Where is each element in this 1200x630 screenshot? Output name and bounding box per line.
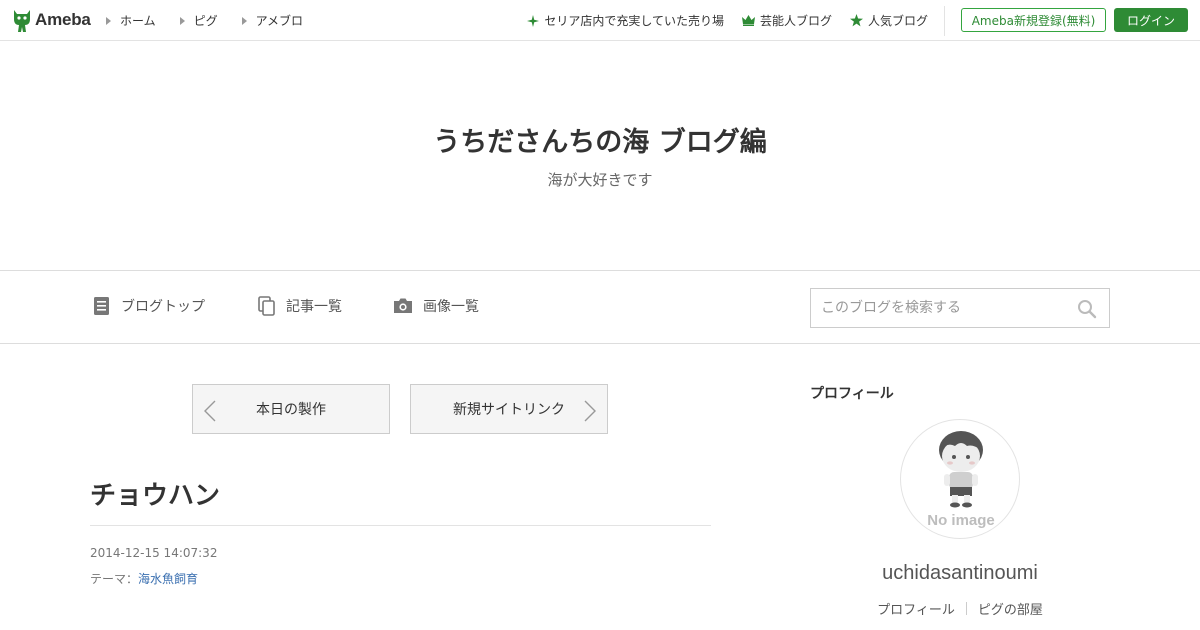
profile-heading: プロフィール [810, 386, 894, 402]
global-nav: ホーム ピグ アメブロ [106, 12, 327, 29]
profile-link[interactable]: プロフィール [877, 599, 955, 618]
entry-theme: テーマ： 海水魚飼育 [90, 570, 198, 587]
no-image-avatar-icon: No image [927, 431, 995, 529]
sparkle-icon [527, 14, 540, 27]
nav-blog-top-label: ブログトップ [121, 299, 205, 315]
nav-blog-top[interactable]: ブログトップ [93, 296, 205, 316]
blog-search [810, 288, 1110, 328]
avatar[interactable]: No image [900, 419, 1020, 539]
nav-entry-list[interactable]: 記事一覧 [258, 296, 342, 316]
no-image-text: No image [927, 512, 995, 529]
entry-date: 2014-12-15 14:07:32 [90, 546, 218, 560]
crown-icon [741, 15, 755, 26]
register-button[interactable]: Ameba新規登録(無料) [961, 8, 1106, 32]
blog-description: 海が大好きです [547, 171, 653, 189]
login-button[interactable]: ログイン [1114, 8, 1188, 32]
ameba-logo[interactable]: Ameba [12, 7, 91, 33]
nav-home[interactable]: ホーム [106, 12, 156, 29]
search-input[interactable] [811, 289, 1066, 327]
link-divider [965, 602, 967, 615]
nav-entry-list-label: 記事一覧 [286, 299, 342, 315]
nav-home-label: ホーム [120, 14, 156, 28]
celebrity-blog-label: 芸能人ブログ [759, 14, 832, 28]
blog-nav: ブログトップ 記事一覧 画像一覧 [0, 270, 1200, 344]
entry-theme-prefix: テーマ： [90, 572, 139, 586]
blog-title[interactable]: うちださんちの海 ブログ編 [0, 120, 1200, 159]
pigg-room-link[interactable]: ピグの部屋 [978, 599, 1043, 618]
nav-pigg[interactable]: ピグ [179, 12, 218, 29]
next-entry-button[interactable]: 新規サイトリンク [410, 384, 608, 434]
search-icon[interactable] [1077, 299, 1097, 319]
triangle-right-icon [179, 16, 185, 25]
star-icon [849, 14, 863, 27]
entry-title[interactable]: チョウハン [90, 475, 220, 512]
header-links: セリア店内で充実していた売り場 芸能人ブログ 人気ブログ [509, 12, 928, 29]
prev-entry-button[interactable]: 本日の製作 [192, 384, 390, 434]
profile-username[interactable]: uchidasantinoumi [810, 562, 1110, 585]
nav-ameblo-label: アメブロ [255, 14, 304, 28]
nav-ameblo[interactable]: アメブロ [241, 12, 304, 29]
topic-link-label: セリア店内で充実していた売り場 [544, 14, 724, 28]
celebrity-blog-link[interactable]: 芸能人ブログ [741, 12, 832, 29]
entry-divider [90, 525, 711, 526]
global-header: Ameba ホーム ピグ アメブロ セリア店内で充実していた売り場 芸能人ブログ… [0, 0, 1200, 41]
camera-icon [394, 298, 412, 313]
prev-entry-label: 本日の製作 [256, 402, 326, 418]
profile-links: プロフィール ピグの部屋 [810, 599, 1110, 618]
logo-text: Ameba [35, 10, 91, 29]
popular-blog-label: 人気ブログ [867, 14, 928, 28]
header-divider [944, 6, 945, 36]
nav-image-list-label: 画像一覧 [423, 299, 479, 315]
nav-image-list[interactable]: 画像一覧 [393, 296, 479, 316]
triangle-right-icon [241, 16, 247, 25]
next-entry-label: 新規サイトリンク [453, 402, 565, 418]
chevron-left-icon [204, 400, 216, 422]
document-icon [94, 297, 109, 315]
chevron-right-icon [584, 400, 596, 422]
popular-blog-link[interactable]: 人気ブログ [849, 12, 928, 29]
ameba-mascot-icon [14, 10, 30, 32]
triangle-right-icon [106, 16, 111, 25]
nav-pigg-label: ピグ [193, 14, 218, 28]
topic-link[interactable]: セリア店内で充実していた売り場 [527, 12, 724, 29]
copy-icon [258, 296, 275, 316]
entry-theme-link[interactable]: 海水魚飼育 [138, 570, 198, 587]
